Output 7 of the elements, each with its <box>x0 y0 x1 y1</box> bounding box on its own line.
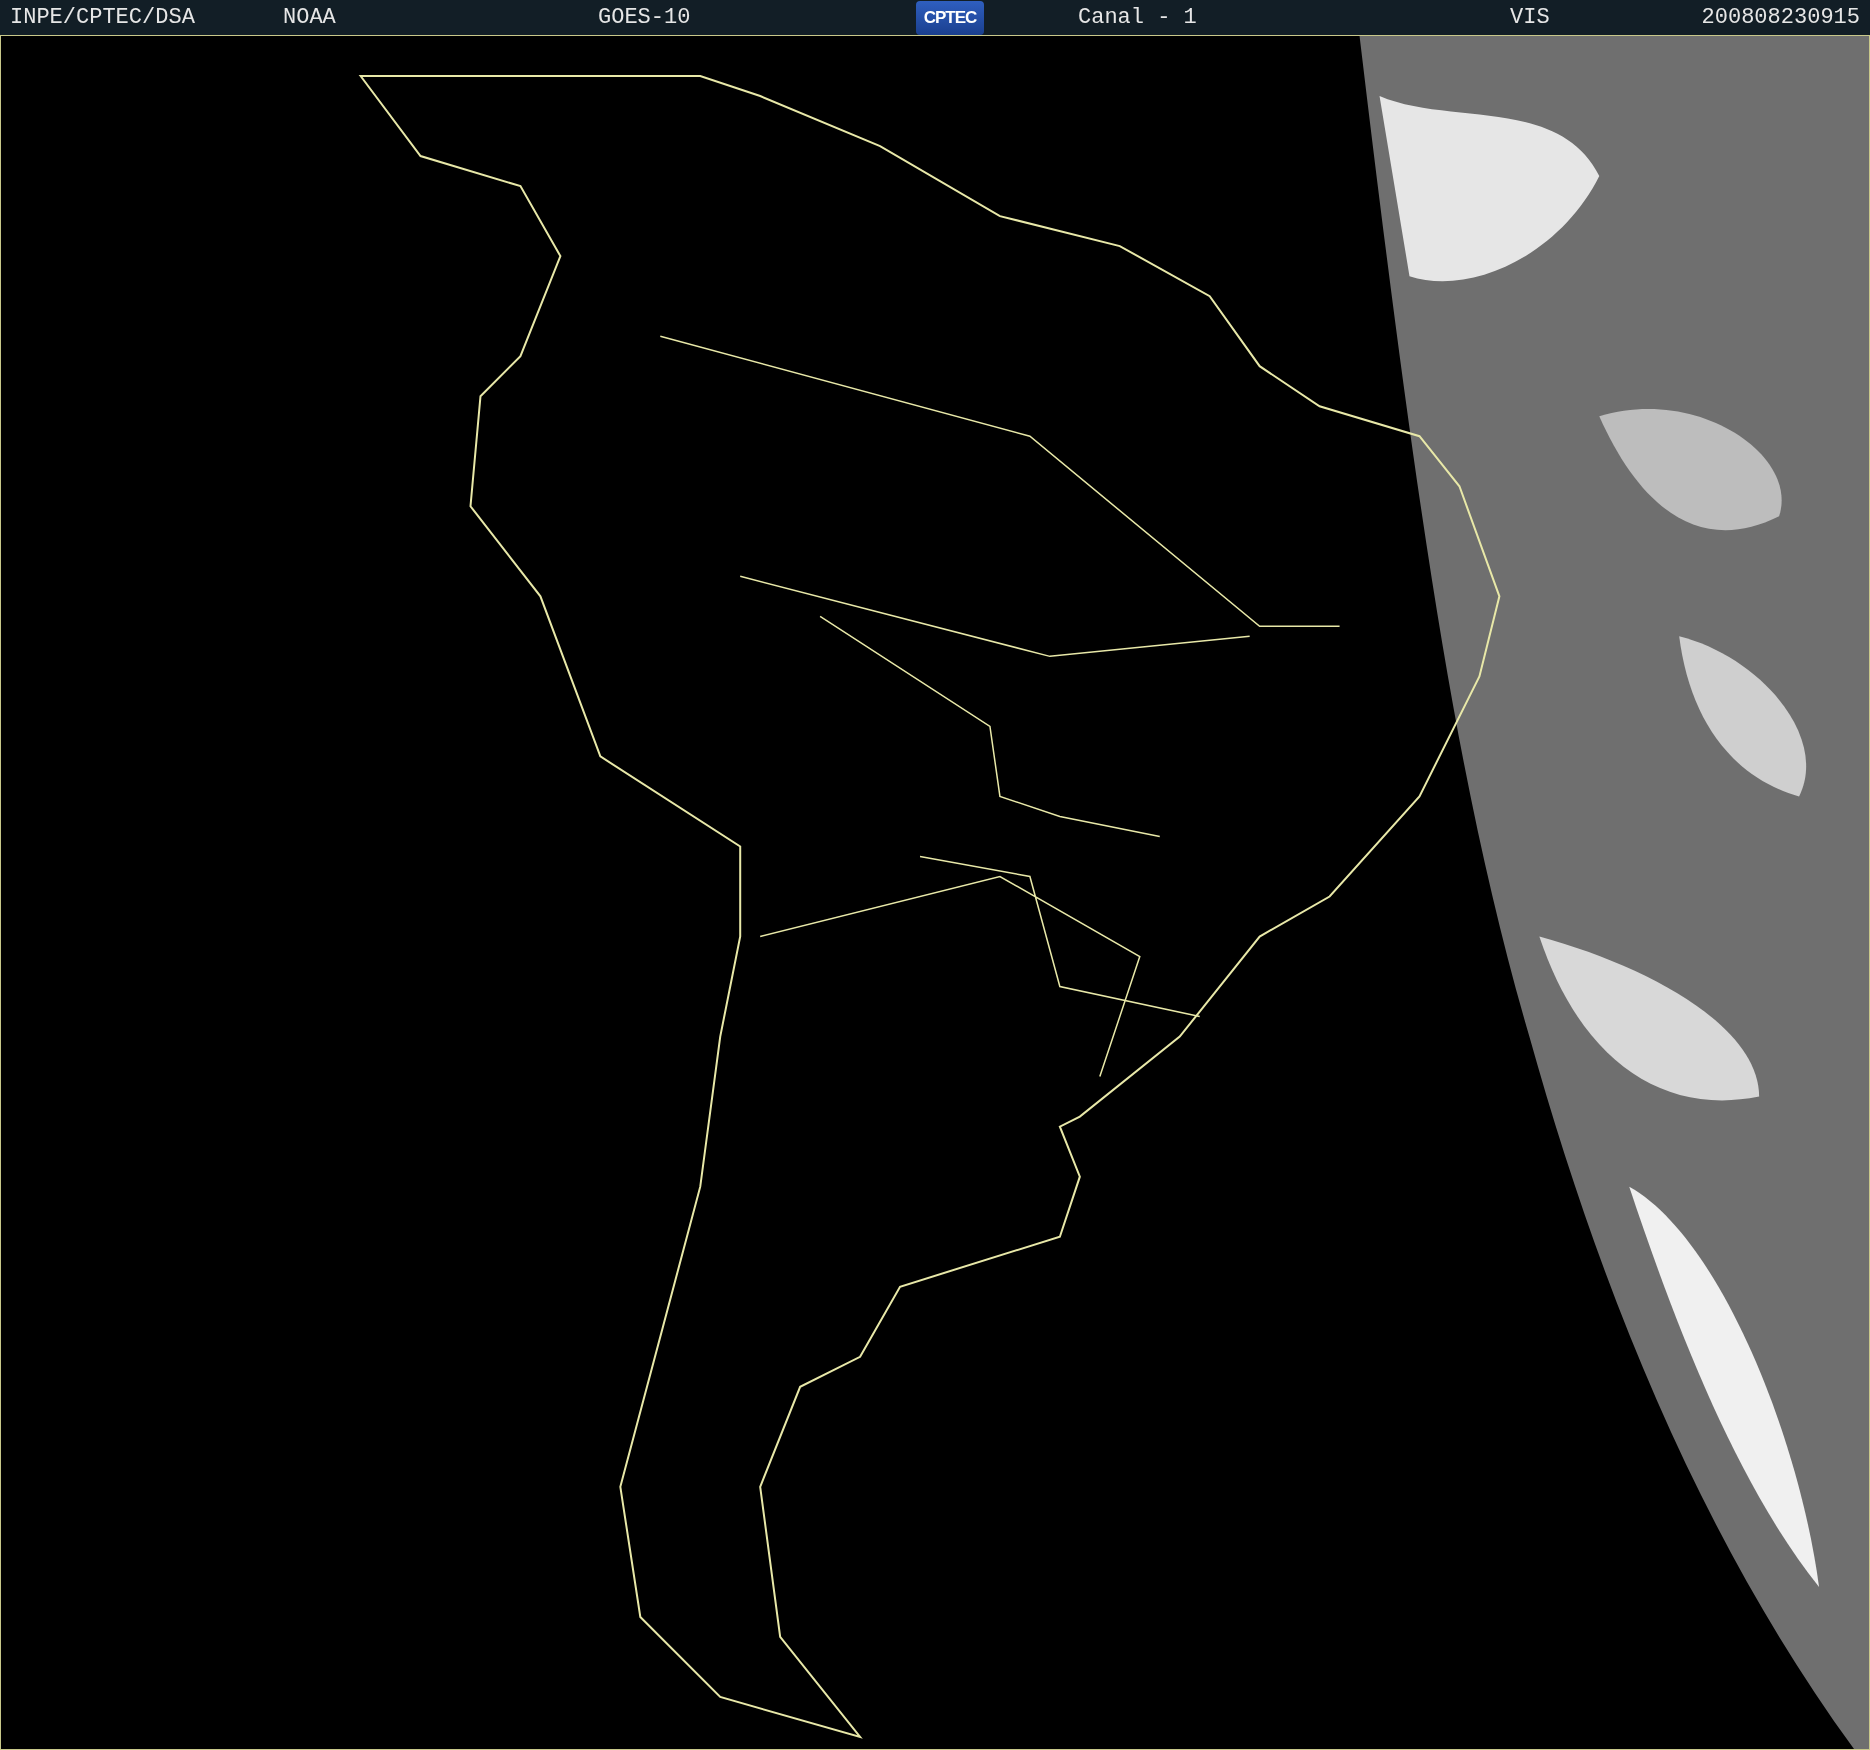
header-label: INPE/CPTEC/DSA <box>10 5 196 30</box>
header-label: Canal - 1 <box>1078 5 1198 30</box>
header-label: NOAA <box>283 5 337 30</box>
header-label: VIS <box>1510 5 1551 30</box>
header-label: GOES-10 <box>598 5 692 30</box>
header-label: 200808230915 <box>1701 5 1860 30</box>
logo: CPTEC <box>916 0 984 35</box>
